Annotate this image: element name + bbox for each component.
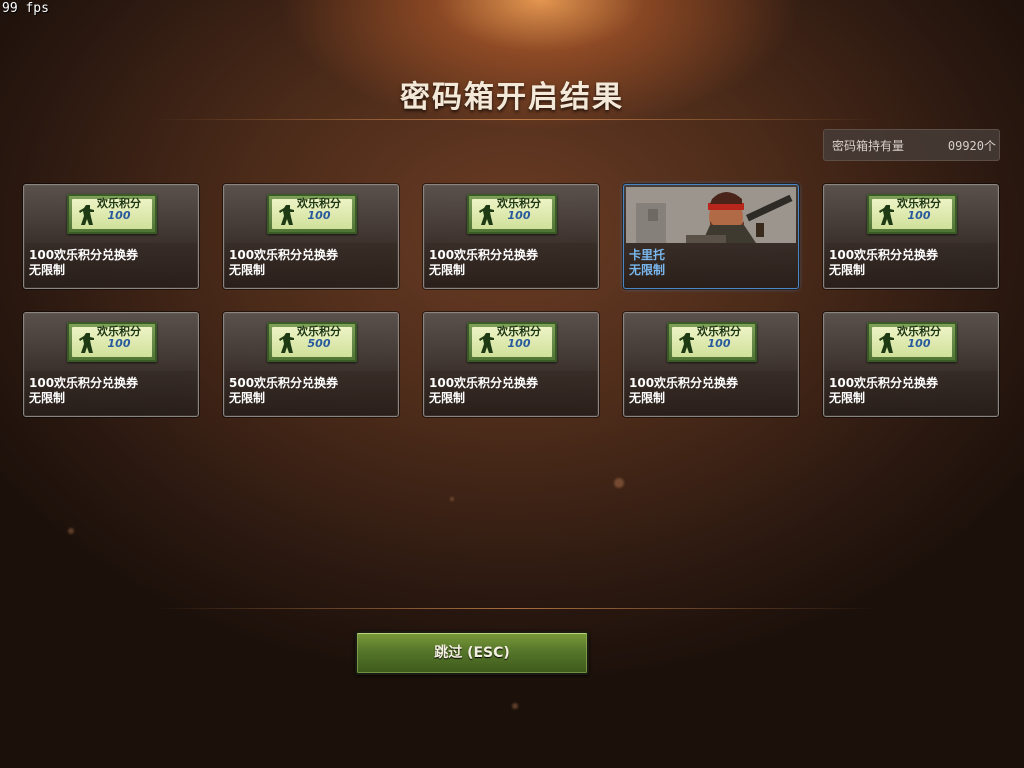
reward-limit: 无限制 [829, 391, 866, 405]
coupon-value: 100 [907, 209, 931, 222]
coupon-icon: 欢乐积分 100 [67, 194, 157, 234]
reward-card-character[interactable]: 卡里托 无限制 [623, 184, 799, 289]
holdings-panel: 密码箱持有量 09920个 [823, 129, 1000, 161]
reward-card[interactable]: 欢乐积分 100 100欢乐积分兑换券 无限制 [423, 312, 599, 417]
reward-art: 欢乐积分 100 [24, 313, 198, 371]
coupon-icon: 欢乐积分 100 [667, 322, 757, 362]
reward-name: 100欢乐积分兑换券 [829, 248, 939, 262]
coupon-value: 500 [307, 337, 331, 350]
reward-art: 欢乐积分 100 [824, 185, 998, 243]
character-portrait [626, 187, 796, 243]
holdings-label: 密码箱持有量 [832, 138, 905, 153]
reward-name: 500欢乐积分兑换券 [229, 376, 339, 390]
reward-limit: 无限制 [629, 263, 666, 277]
ember-particle [68, 528, 74, 534]
coupon-value: 100 [107, 337, 131, 350]
reward-card[interactable]: 欢乐积分 100 100欢乐积分兑换券 无限制 [223, 184, 399, 289]
coupon-value: 100 [507, 209, 531, 222]
character-image [626, 187, 796, 243]
coupon-value: 100 [307, 209, 331, 222]
reward-card[interactable]: 欢乐积分 500 500欢乐积分兑换券 无限制 [223, 312, 399, 417]
reward-limit: 无限制 [29, 391, 66, 405]
game-screen: 99 fps 密码箱开启结果 密码箱持有量 09920个 欢乐积分 100 100欢… [0, 0, 1024, 768]
coupon-value: 100 [707, 337, 731, 350]
reward-art: 欢乐积分 100 [624, 313, 798, 371]
page-title: 密码箱开启结果 [400, 80, 624, 115]
reward-card[interactable]: 欢乐积分 100 100欢乐积分兑换券 无限制 [23, 312, 199, 417]
reward-card[interactable]: 欢乐积分 100 100欢乐积分兑换券 无限制 [23, 184, 199, 289]
reward-limit: 无限制 [229, 263, 266, 277]
reward-name: 100欢乐积分兑换券 [629, 376, 739, 390]
holdings-count: 09920个 [947, 138, 996, 153]
reward-name: 100欢乐积分兑换券 [229, 248, 339, 262]
ember-particle [450, 497, 454, 501]
title-divider [150, 119, 880, 120]
reward-limit: 无限制 [829, 263, 866, 277]
reward-limit: 无限制 [429, 391, 466, 405]
reward-art: 欢乐积分 100 [424, 185, 598, 243]
reward-card[interactable]: 欢乐积分 100 100欢乐积分兑换券 无限制 [623, 312, 799, 417]
reward-art: 欢乐积分 500 [224, 313, 398, 371]
coupon-icon: 欢乐积分 100 [867, 322, 957, 362]
reward-limit: 无限制 [429, 263, 466, 277]
coupon-icon: 欢乐积分 500 [267, 322, 357, 362]
reward-name: 100欢乐积分兑换券 [429, 376, 539, 390]
ember-particle [614, 478, 624, 488]
reward-name: 卡里托 [629, 248, 666, 262]
skip-button[interactable]: 跳过 (ESC) [355, 631, 589, 675]
coupon-icon: 欢乐积分 100 [467, 322, 557, 362]
footer-divider [150, 608, 880, 609]
reward-card[interactable]: 欢乐积分 100 100欢乐积分兑换券 无限制 [823, 312, 999, 417]
fps-counter: 99 fps [2, 1, 49, 16]
reward-limit: 无限制 [29, 263, 66, 277]
reward-art: 欢乐积分 100 [24, 185, 198, 243]
reward-art: 欢乐积分 100 [424, 313, 598, 371]
reward-art: 欢乐积分 100 [824, 313, 998, 371]
reward-limit: 无限制 [629, 391, 666, 405]
coupon-value: 100 [107, 209, 131, 222]
ember-particle [512, 703, 518, 709]
coupon-icon: 欢乐积分 100 [267, 194, 357, 234]
reward-name: 100欢乐积分兑换券 [429, 248, 539, 262]
reward-card[interactable]: 欢乐积分 100 100欢乐积分兑换券 无限制 [423, 184, 599, 289]
coupon-value: 100 [507, 337, 531, 350]
coupon-value: 100 [907, 337, 931, 350]
reward-card[interactable]: 欢乐积分 100 100欢乐积分兑换券 无限制 [823, 184, 999, 289]
reward-name: 100欢乐积分兑换券 [29, 248, 139, 262]
reward-art: 欢乐积分 100 [224, 185, 398, 243]
reward-limit: 无限制 [229, 391, 266, 405]
coupon-icon: 欢乐积分 100 [67, 322, 157, 362]
reward-name: 100欢乐积分兑换券 [29, 376, 139, 390]
reward-name: 100欢乐积分兑换券 [829, 376, 939, 390]
coupon-icon: 欢乐积分 100 [867, 194, 957, 234]
coupon-icon: 欢乐积分 100 [467, 194, 557, 234]
